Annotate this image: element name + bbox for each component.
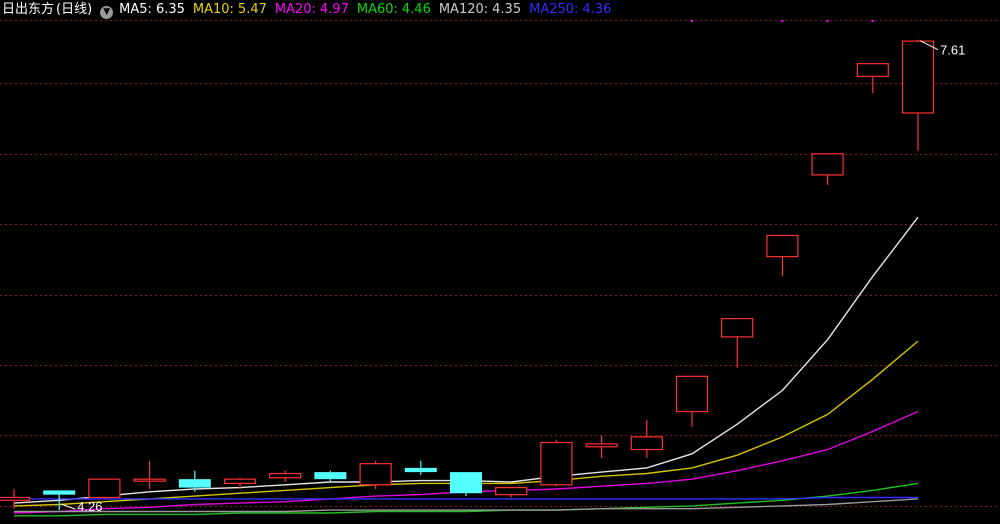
high-price-label: 7.61 bbox=[940, 43, 965, 58]
ma-legend-value: 4.46 bbox=[401, 2, 431, 17]
candle-body bbox=[178, 479, 211, 488]
ma-legend-value: 6.35 bbox=[155, 2, 185, 17]
candlestick-chart[interactable]: 7.61 4.26 bbox=[0, 0, 1000, 524]
event-marker bbox=[691, 20, 693, 22]
candle-body bbox=[88, 478, 121, 499]
event-marker bbox=[826, 20, 829, 22]
candle-body bbox=[269, 472, 302, 479]
candle-body bbox=[314, 472, 347, 480]
price-labels: 7.61 4.26 bbox=[61, 40, 965, 514]
candle-body bbox=[404, 467, 437, 473]
ma-legend-value: 4.97 bbox=[319, 2, 349, 17]
ma-legend-label: MA120: bbox=[438, 2, 489, 17]
ma-legend-item: MA120: 4.35 bbox=[439, 0, 521, 20]
candle-body bbox=[495, 487, 528, 496]
low-price-label: 4.26 bbox=[77, 499, 102, 514]
candle-body bbox=[675, 375, 709, 413]
ma-legend-value: 5.47 bbox=[237, 2, 267, 17]
candle-body bbox=[585, 443, 618, 448]
candle-body bbox=[0, 496, 31, 501]
ma-legend-label: MA250: bbox=[529, 2, 579, 17]
grid-lines bbox=[0, 20, 1000, 507]
candle-body bbox=[359, 463, 392, 486]
ma-legend-item: MA250: 4.36 bbox=[529, 0, 611, 20]
ma-legend-label: MA10: bbox=[192, 2, 234, 17]
event-marker bbox=[781, 20, 784, 22]
ma-legend-value: 4.35 bbox=[492, 2, 522, 17]
candle-body bbox=[450, 472, 482, 494]
ma-legend-value: 4.36 bbox=[582, 2, 612, 17]
ma-legend-item: MA5: 6.35 bbox=[119, 0, 185, 20]
ma-legend-item: MA60: 4.46 bbox=[357, 0, 431, 20]
low-label-pointer bbox=[61, 503, 76, 510]
event-marker bbox=[871, 20, 874, 22]
ma-legend-item: MA10: 5.47 bbox=[193, 0, 267, 20]
chart-period: (日线) bbox=[56, 2, 93, 17]
indicator-legend: 日出东方 (日线) ▼ MA5: 6.35 MA10: 5.47 MA20: 4.97 MA60:… bbox=[0, 0, 1000, 20]
candle-body bbox=[811, 153, 844, 176]
candle-body bbox=[630, 436, 663, 451]
ma-line-ma250 bbox=[14, 496, 918, 500]
candle-body bbox=[43, 490, 76, 495]
candle-body bbox=[133, 478, 166, 482]
candle-body bbox=[721, 317, 754, 338]
candle-body bbox=[766, 234, 799, 258]
candles bbox=[0, 39, 935, 511]
ma-legend-item: MA20: 4.97 bbox=[275, 0, 349, 20]
ma-legend-label: MA20: bbox=[274, 2, 316, 17]
chevron-down-icon[interactable]: ▼ bbox=[100, 6, 114, 19]
candle-body bbox=[856, 63, 889, 77]
ma-legend-label: MA60: bbox=[356, 2, 398, 17]
ma-values: MA5: 6.35 MA10: 5.47 MA20: 4.97 MA60: 4.46 MA120… bbox=[119, 0, 619, 20]
candle-body bbox=[223, 478, 257, 484]
stock-name: 日出东方 bbox=[2, 2, 55, 17]
ma-legend-label: MA5: bbox=[119, 2, 152, 17]
candle-body bbox=[540, 441, 573, 486]
candle-body bbox=[901, 40, 935, 114]
